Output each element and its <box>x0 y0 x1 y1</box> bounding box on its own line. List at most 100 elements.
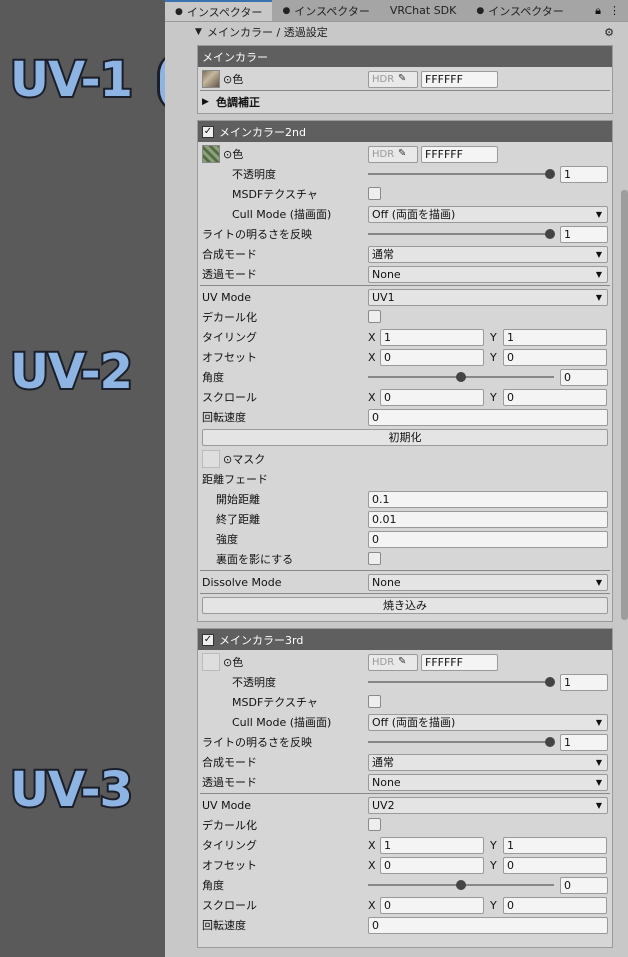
angle-value[interactable]: 0 <box>560 876 608 894</box>
lock-icon[interactable]: 🔒︎ <box>595 4 601 18</box>
alpha-label: 透過モード <box>202 776 257 789</box>
light-slider[interactable] <box>368 741 550 743</box>
start-field[interactable]: 0.1 <box>368 490 608 508</box>
reset-button[interactable]: 初期化 <box>202 428 608 446</box>
chevron-down-icon: ▼ <box>595 757 602 767</box>
light-value[interactable]: 1 <box>560 733 608 751</box>
strength-field[interactable]: 0 <box>368 530 608 548</box>
eyedropper-icon[interactable]: ✎ <box>398 656 406 667</box>
blend-dropdown[interactable]: 通常 ▼ <box>368 753 608 771</box>
dropdown-value: 通常 <box>372 756 394 769</box>
start-label: 開始距離 <box>216 493 260 506</box>
scroll-x-field[interactable]: 0 <box>380 896 484 914</box>
info-icon: ● <box>476 5 485 16</box>
tab-label: インスペクター <box>294 4 370 18</box>
angle-value[interactable]: 0 <box>560 368 608 386</box>
decal-checkbox[interactable] <box>368 310 381 323</box>
uv2-annotation: UV-2 <box>8 342 135 402</box>
rotation-field[interactable]: 0 <box>368 916 608 934</box>
tiling-x-field[interactable]: 1 <box>380 836 484 854</box>
offset-y-field[interactable]: 0 <box>503 348 607 366</box>
backface-label: 裏面を影にする <box>216 553 294 566</box>
uv-dropdown[interactable]: UV1 ▼ <box>368 288 608 306</box>
bake-button[interactable]: 焼き込み <box>202 596 608 614</box>
mask-swatch[interactable] <box>202 450 220 468</box>
opacity-row: 不透明度 1 <box>198 164 612 184</box>
hdr-label[interactable]: HDR <box>368 145 418 163</box>
scrollbar[interactable] <box>621 190 628 620</box>
hex-field[interactable]: FFFFFF <box>421 70 498 88</box>
light-value[interactable]: 1 <box>560 225 608 243</box>
opacity-slider[interactable] <box>368 681 550 683</box>
eyedropper-icon[interactable]: ✎ <box>398 148 406 159</box>
end-field[interactable]: 0.01 <box>368 510 608 528</box>
uv-dropdown[interactable]: UV2 ▼ <box>368 796 608 814</box>
tiling-y-field[interactable]: 1 <box>503 328 607 346</box>
alpha-row: 透過モード None ▼ <box>198 264 612 284</box>
cull-dropdown[interactable]: Off (両面を描画) ▼ <box>368 205 608 223</box>
slider-thumb[interactable] <box>456 372 466 382</box>
uv-label: UV Mode <box>202 290 252 304</box>
enable-checkbox[interactable]: ✓ <box>202 125 214 138</box>
start-row: 開始距離 0.1 <box>198 489 612 509</box>
tiling-y-field[interactable]: 1 <box>503 836 607 854</box>
hdr-label[interactable]: HDR <box>368 653 418 671</box>
divider <box>200 793 610 794</box>
opacity-value[interactable]: 1 <box>560 165 608 183</box>
tab-vrchat-sdk[interactable]: VRChat SDK <box>380 0 467 21</box>
hex-field[interactable]: FFFFFF <box>421 653 498 671</box>
chevron-down-icon: ▼ <box>595 249 602 259</box>
texture-swatch[interactable] <box>202 653 220 671</box>
expand-triangle-icon: ▶ <box>202 97 209 107</box>
backface-checkbox[interactable] <box>368 552 381 565</box>
tab-inspector-2[interactable]: ● インスペクター <box>272 0 379 21</box>
section-header[interactable]: ▼ メインカラー / 透過設定 ⚙ <box>165 23 628 41</box>
alpha-label: 透過モード <box>202 268 257 281</box>
tab-bar: ● インスペクター ● インスペクター VRChat SDK ● インスペクター 🔒︎… <box>165 0 628 22</box>
offset-row: オフセット X 0 Y 0 <box>198 347 612 367</box>
offset-x-field[interactable]: 0 <box>380 856 484 874</box>
msdf-checkbox[interactable] <box>368 187 381 200</box>
inspector-panel: ● インスペクター ● インスペクター VRChat SDK ● インスペクター 🔒︎… <box>165 0 628 957</box>
color-adjust-row[interactable]: ▶ 色調補正 <box>198 92 612 112</box>
slider-thumb[interactable] <box>545 737 555 747</box>
scroll-y-field[interactable]: 0 <box>503 896 607 914</box>
offset-y-field[interactable]: 0 <box>503 856 607 874</box>
texture-swatch[interactable] <box>202 145 220 163</box>
scroll-y-field[interactable]: 0 <box>503 388 607 406</box>
main-color-2nd-header[interactable]: ✓ メインカラー2nd <box>198 121 612 142</box>
eyedropper-icon[interactable]: ✎ <box>398 73 406 84</box>
cull-dropdown[interactable]: Off (両面を描画) ▼ <box>368 713 608 731</box>
x-label: X <box>368 858 376 872</box>
main-color-3rd-header[interactable]: ✓ メインカラー3rd <box>198 629 612 650</box>
opacity-value[interactable]: 1 <box>560 673 608 691</box>
opacity-slider[interactable] <box>368 173 550 175</box>
alpha-dropdown[interactable]: None ▼ <box>368 773 608 791</box>
dissolve-dropdown[interactable]: None ▼ <box>368 573 608 591</box>
msdf-checkbox[interactable] <box>368 695 381 708</box>
gear-icon[interactable]: ⚙ <box>604 26 614 39</box>
menu-icon[interactable]: ⋮ <box>609 4 620 17</box>
slider-thumb[interactable] <box>456 880 466 890</box>
x-label: X <box>368 898 376 912</box>
blend-dropdown[interactable]: 通常 ▼ <box>368 245 608 263</box>
chevron-down-icon: ▼ <box>595 577 602 587</box>
decal-checkbox[interactable] <box>368 818 381 831</box>
texture-swatch[interactable] <box>202 70 220 88</box>
enable-checkbox[interactable]: ✓ <box>202 633 214 646</box>
offset-x-field[interactable]: 0 <box>380 348 484 366</box>
hdr-label[interactable]: HDR <box>368 70 418 88</box>
light-row: ライトの明るさを反映 1 <box>198 224 612 244</box>
opacity-label: 不透明度 <box>232 168 276 181</box>
light-slider[interactable] <box>368 233 550 235</box>
hex-field[interactable]: FFFFFF <box>421 145 498 163</box>
tab-inspector-1[interactable]: ● インスペクター <box>165 0 273 21</box>
slider-thumb[interactable] <box>545 169 555 179</box>
rotation-field[interactable]: 0 <box>368 408 608 426</box>
tab-inspector-3[interactable]: ● インスペクター <box>466 0 573 21</box>
tiling-x-field[interactable]: 1 <box>380 328 484 346</box>
alpha-dropdown[interactable]: None ▼ <box>368 265 608 283</box>
slider-thumb[interactable] <box>545 677 555 687</box>
scroll-x-field[interactable]: 0 <box>380 388 484 406</box>
slider-thumb[interactable] <box>545 229 555 239</box>
